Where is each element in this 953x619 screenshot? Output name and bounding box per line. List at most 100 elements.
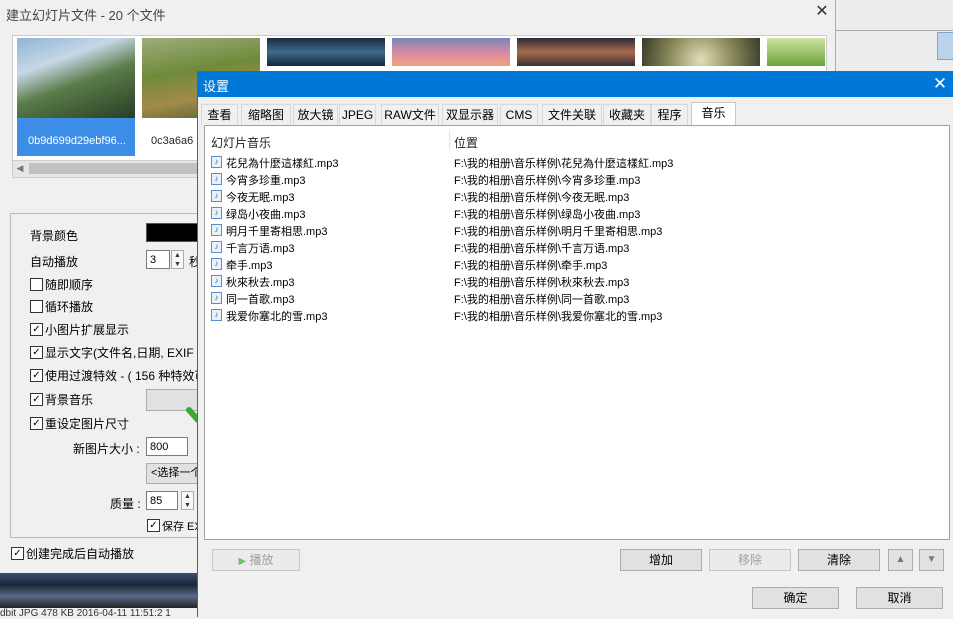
new-size-label: 新图片大小 : [73,442,140,456]
tab-raw[interactable]: RAW文件 [381,104,439,125]
thumbnail-image[interactable] [517,38,635,66]
music-row-name[interactable]: 明月千里寄相思.mp3 [226,223,327,239]
auto-play-label: 自动播放 [30,255,79,269]
clear-button[interactable]: 清除 [798,549,880,571]
music-file-icon: ♪ [211,156,222,168]
music-row-name[interactable]: 千言万语.mp3 [226,240,294,256]
music-file-icon: ♪ [211,309,222,321]
tab-jpeg[interactable]: JPEG [339,104,376,125]
save-exif-checkbox[interactable]: ✓ [147,519,160,532]
music-file-icon: ♪ [211,190,222,202]
column-header-name[interactable]: 幻灯片音乐 [211,134,271,151]
dialog-titlebar[interactable] [197,71,953,97]
remove-button[interactable]: 移除 [709,549,791,571]
music-file-icon: ♪ [211,224,222,236]
music-row-name[interactable]: 同一首歌.mp3 [226,291,294,307]
resize-label: 重设定图片尺寸 [45,417,130,431]
music-row-path[interactable]: F:\我的相册\音乐样例\花兒為什麼這樣紅.mp3 [454,155,673,171]
scroll-left-icon[interactable]: ◀ [13,161,27,175]
new-size-input[interactable]: 800 [146,437,188,456]
music-row-name[interactable]: 牵手.mp3 [226,257,272,273]
resize-checkbox[interactable]: ✓ [30,417,43,430]
show-text-label: 显示文字(文件名,日期, EXIF 信 [45,346,197,360]
tab-magnifier[interactable]: 放大镜 [293,104,338,125]
spinner-arrows-icon[interactable]: ▲ ▼ [171,250,184,269]
quality-input[interactable]: 85 [146,491,178,510]
column-divider[interactable] [449,130,450,150]
music-row-path[interactable]: F:\我的相册\音乐样例\今宵多珍重.mp3 [454,172,640,188]
play-button[interactable]: ▶ 播放 [212,549,300,571]
transition-label: 使用过渡特效 - ( 156 种特效可 [45,369,197,383]
loop-label: 循环播放 [45,300,94,314]
scrollbar-thumb[interactable] [29,163,199,174]
small-expand-label: 小图片扩展显示 [45,323,130,337]
thumbnail-image[interactable] [642,38,760,66]
close-icon[interactable]: ✕ [930,73,950,95]
spinner-arrows-icon[interactable]: ▲ ▼ [181,491,194,510]
save-exif-label: 保存 EX [162,521,198,533]
ok-button[interactable]: 确定 [752,587,839,609]
divider [836,30,953,31]
autoplay-after-label: 创建完成后自动播放 [26,547,135,561]
thumbnail-label: 0c3a6a6 [151,135,194,147]
tab-favorites[interactable]: 收藏夹 [603,104,651,125]
music-row-name[interactable]: 我爱你塞北的雪.mp3 [226,308,327,324]
bg-music-label: 背景音乐 [45,393,94,407]
show-text-checkbox[interactable]: ✓ [30,346,43,359]
add-button[interactable]: 增加 [620,549,702,571]
bg-music-checkbox[interactable]: ✓ [30,393,43,406]
tab-cms[interactable]: CMS [500,104,538,125]
window-title: 建立幻灯片文件 - 20 个文件 [6,8,166,23]
move-up-icon[interactable]: ▲ [888,549,913,571]
music-row-name[interactable]: 绿岛小夜曲.mp3 [226,206,305,222]
music-row-name[interactable]: 花兒為什麼這樣紅.mp3 [226,155,338,171]
choose-size-dropdown[interactable]: <选择一个 [146,463,198,484]
grid-view-icon[interactable] [937,32,953,60]
music-file-icon: ♪ [211,275,222,287]
thumbnail-image[interactable] [267,38,385,66]
quality-label: 质量 : [110,497,141,511]
tab-view[interactable]: 查看 [201,104,238,125]
column-header-path[interactable]: 位置 [454,134,478,151]
music-row-name[interactable]: 今宵多珍重.mp3 [226,172,305,188]
music-file-icon: ♪ [211,292,222,304]
bg-color-label: 背景颜色 [30,229,79,243]
tab-file-association[interactable]: 文件关联 [542,104,602,125]
thumbnail-image[interactable] [17,38,135,118]
move-down-icon[interactable]: ▼ [919,549,944,571]
play-icon: ▶ [238,556,247,567]
music-row-path[interactable]: F:\我的相册\音乐样例\同一首歌.mp3 [454,291,629,307]
music-row-name[interactable]: 今夜无眠.mp3 [226,189,294,205]
bg-color-swatch[interactable] [146,223,198,242]
tab-thumbnail[interactable]: 缩略图 [241,104,291,125]
music-row-path[interactable]: F:\我的相册\音乐样例\明月千里寄相思.mp3 [454,223,662,239]
music-row-path[interactable]: F:\我的相册\音乐样例\我爱你塞北的雪.mp3 [454,308,662,324]
music-file-icon: ♪ [211,258,222,270]
tab-program[interactable]: 程序 [651,104,688,125]
music-row-path[interactable]: F:\我的相册\音乐样例\秋來秋去.mp3 [454,274,629,290]
music-file-icon: ♪ [211,241,222,253]
thumbnail-image[interactable] [767,38,825,66]
auto-play-seconds-input[interactable]: 3 [146,250,170,269]
cancel-button[interactable]: 取消 [856,587,943,609]
random-order-label: 随即顺序 [45,278,94,292]
music-row-path[interactable]: F:\我的相册\音乐样例\今夜无眠.mp3 [454,189,629,205]
autoplay-after-checkbox[interactable]: ✓ [11,547,24,560]
music-row-name[interactable]: 秋來秋去.mp3 [226,274,294,290]
thumbnail-label: 0b9d699d29ebf96... [28,135,126,147]
loop-checkbox[interactable] [30,300,43,313]
music-row-path[interactable]: F:\我的相册\音乐样例\牵手.mp3 [454,257,607,273]
dialog-title: 设置 [203,79,230,94]
thumbnail-image[interactable] [392,38,510,66]
tab-music[interactable]: 音乐 [691,102,736,126]
music-file-icon: ♪ [211,207,222,219]
random-order-checkbox[interactable] [30,278,43,291]
tab-dual-monitor[interactable]: 双显示器 [442,104,498,125]
file-status: dbit JPG 478 KB 2016-04-11 11:51:2 1 [0,608,171,619]
small-expand-checkbox[interactable]: ✓ [30,323,43,336]
transition-checkbox[interactable]: ✓ [30,369,43,382]
close-icon[interactable]: ✕ [812,2,832,22]
photo-preview [0,573,198,608]
music-row-path[interactable]: F:\我的相册\音乐样例\千言万语.mp3 [454,240,629,256]
music-row-path[interactable]: F:\我的相册\音乐样例\绿岛小夜曲.mp3 [454,206,640,222]
